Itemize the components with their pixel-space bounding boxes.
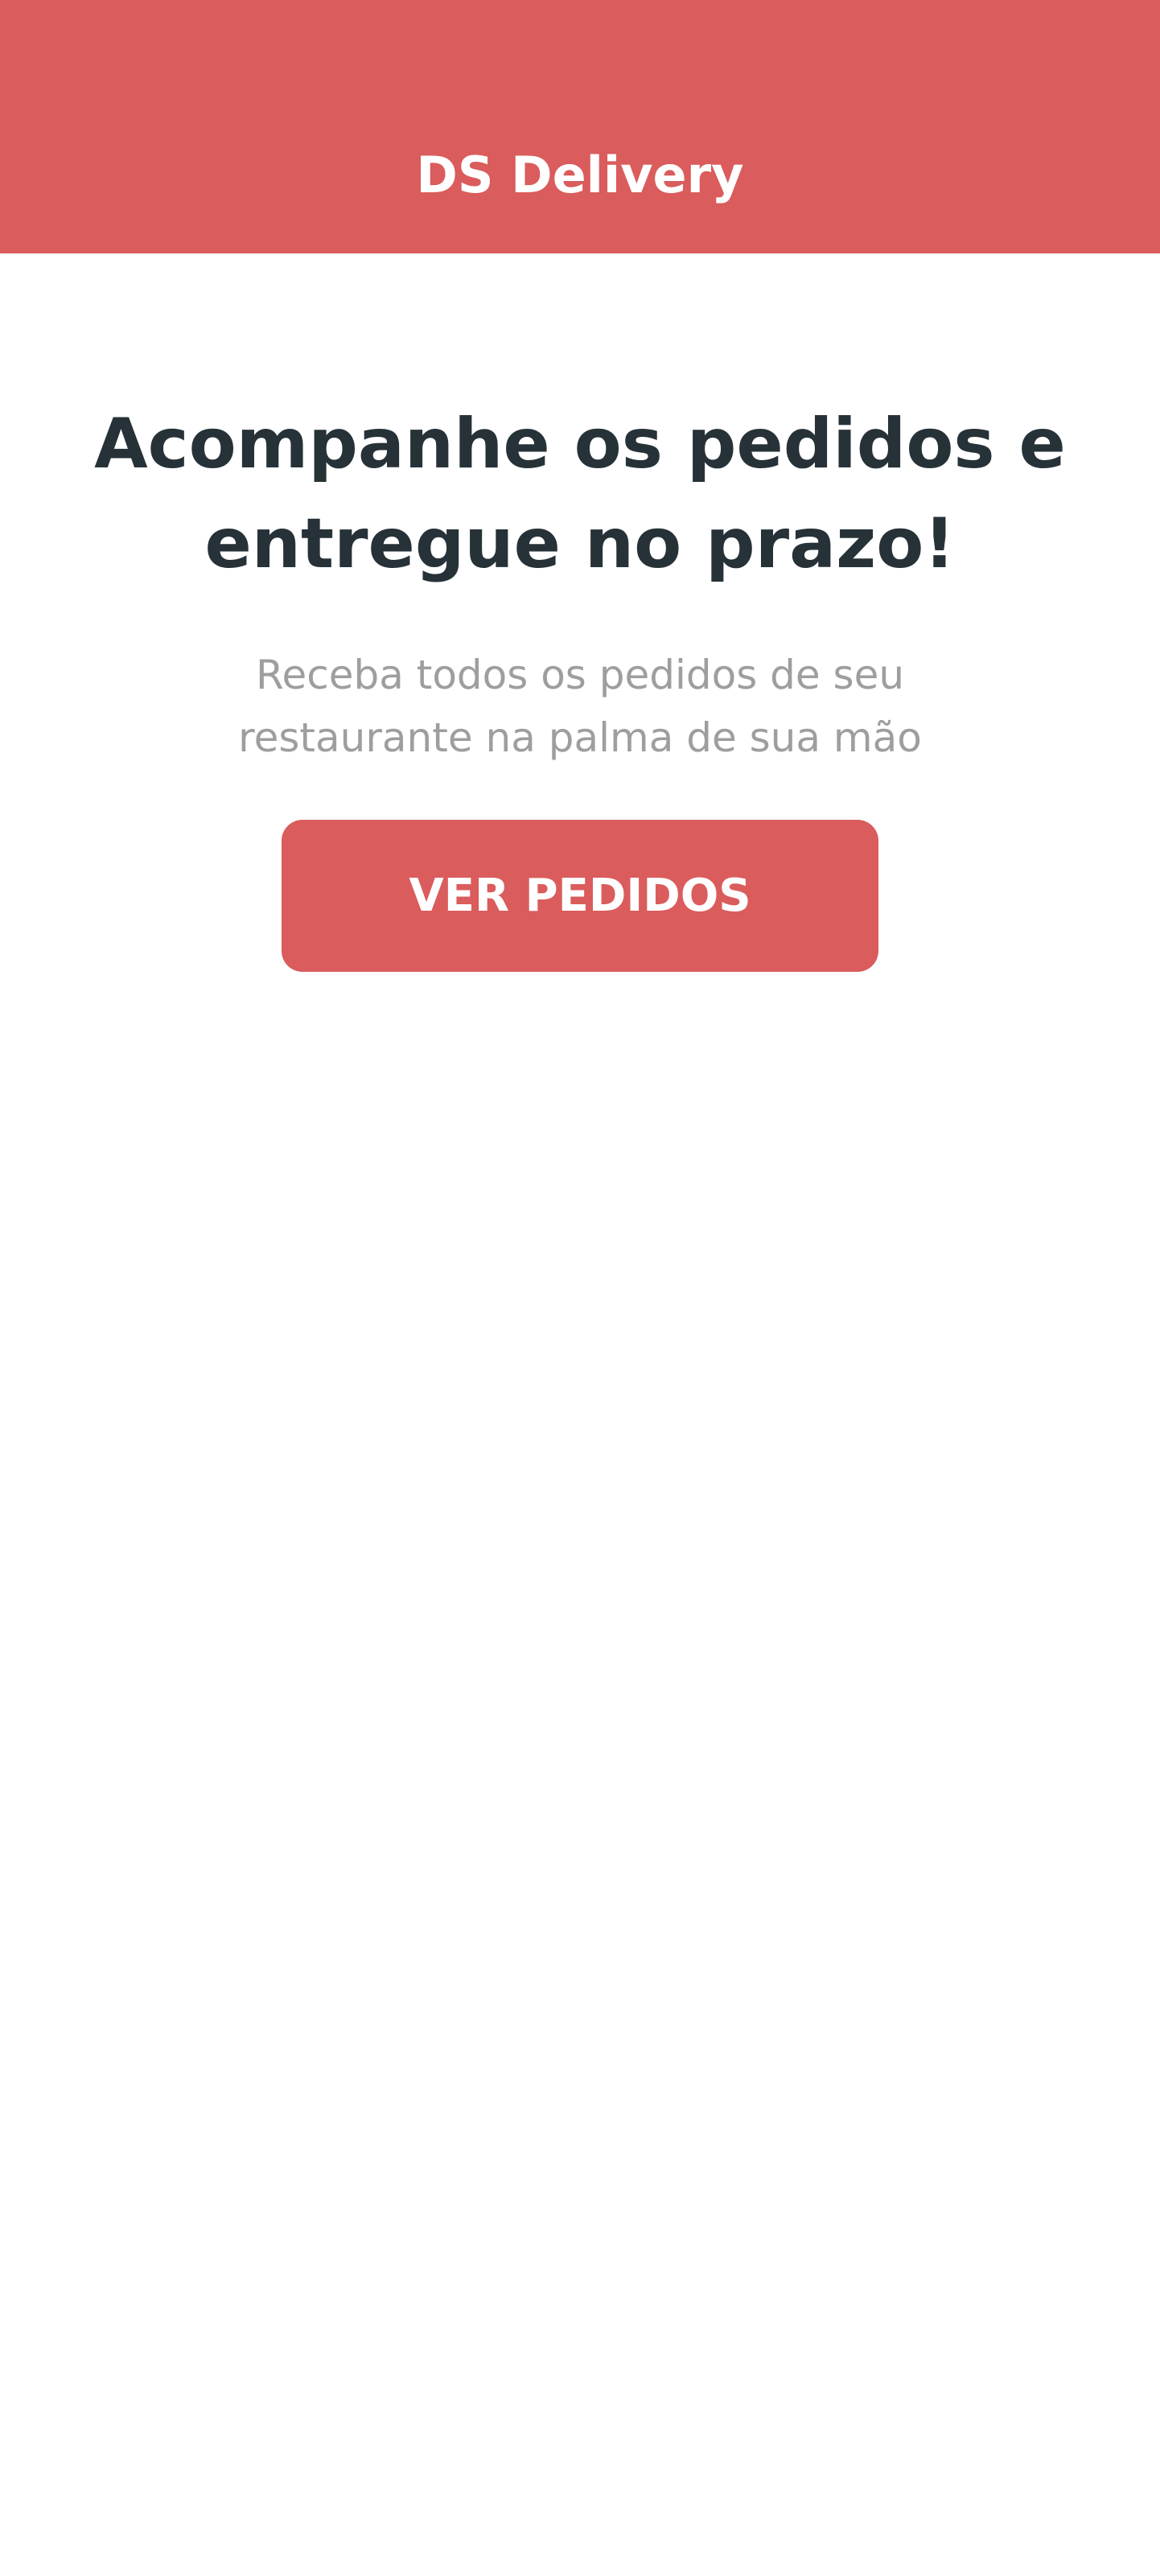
view-orders-button[interactable]: VER PEDIDOS	[282, 820, 878, 972]
hero-section: Acompanhe os pedidos e entregue no prazo…	[0, 394, 1160, 769]
app-title: DS Delivery	[416, 146, 744, 204]
hero-title: Acompanhe os pedidos e entregue no prazo…	[94, 404, 1066, 584]
app-header: DS Delivery	[0, 0, 1160, 253]
home-screen: DS Delivery Acompanhe os pedidos e entre…	[0, 0, 1160, 2576]
hero-subtitle: Receba todos os pedidos de seu restauran…	[238, 652, 922, 761]
